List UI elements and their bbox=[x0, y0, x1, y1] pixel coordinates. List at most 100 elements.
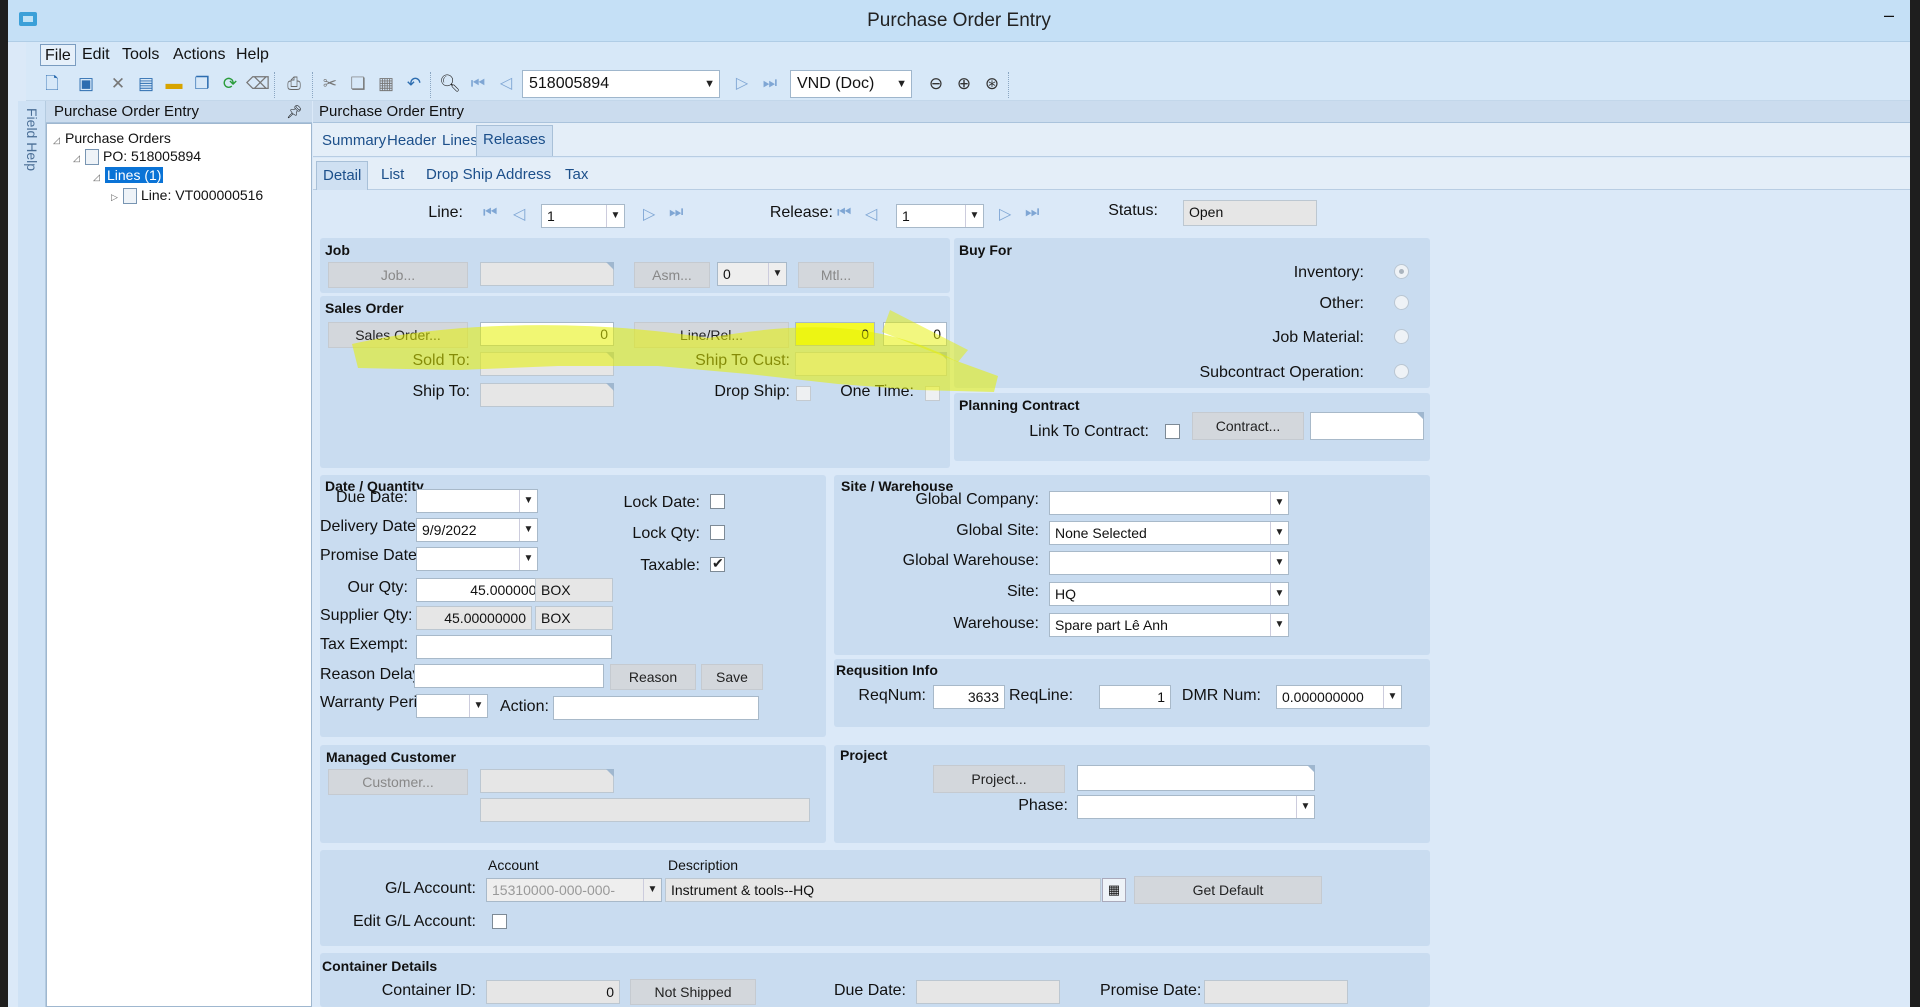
due-date-picker[interactable]: ▼ bbox=[416, 489, 538, 513]
tab-list[interactable]: List bbox=[375, 161, 410, 189]
release-select[interactable]: 1 ▼ bbox=[896, 204, 984, 228]
site-select[interactable]: HQ ▼ bbox=[1049, 582, 1289, 606]
lock-date-checkbox[interactable] bbox=[710, 494, 725, 509]
reason-button[interactable]: Reason bbox=[610, 664, 696, 690]
reqnum-field[interactable]: 3633 bbox=[933, 685, 1005, 709]
inventory-radio[interactable] bbox=[1394, 264, 1409, 279]
tab-tax[interactable]: Tax bbox=[559, 161, 594, 189]
menu-tools[interactable]: Tools bbox=[118, 44, 163, 66]
chevron-down-icon[interactable]: ▼ bbox=[606, 205, 624, 227]
tab-releases[interactable]: Releases bbox=[476, 125, 553, 156]
home-icon[interactable]: ⊛ bbox=[980, 73, 1004, 95]
warranty-period-select[interactable]: ▼ bbox=[416, 694, 488, 718]
chevron-down-icon[interactable]: ▼ bbox=[1383, 686, 1401, 708]
previous-release-icon[interactable]: ◁ bbox=[865, 204, 877, 224]
paste-icon[interactable]: ▦ bbox=[374, 73, 398, 95]
expand-icon[interactable]: ▷ bbox=[111, 187, 123, 207]
tree-node-line[interactable]: ▷ Line: VT000000516 bbox=[111, 185, 263, 205]
reason-delay-field[interactable] bbox=[414, 664, 604, 688]
attachment-icon[interactable]: ▤ bbox=[134, 73, 158, 95]
chevron-down-icon[interactable]: ▼ bbox=[768, 263, 786, 285]
tree-node-lines[interactable]: ◿ Lines (1) bbox=[93, 165, 164, 187]
global-warehouse-select[interactable]: ▼ bbox=[1049, 551, 1289, 575]
one-time-checkbox[interactable] bbox=[925, 386, 940, 401]
currency-combo[interactable]: VND (Doc) ▼ bbox=[790, 70, 912, 98]
tax-exempt-field[interactable] bbox=[416, 635, 612, 659]
previous-line-icon[interactable]: ◁ bbox=[513, 204, 525, 224]
tab-drop-ship-address[interactable]: Drop Ship Address bbox=[420, 161, 557, 189]
drop-ship-checkbox[interactable] bbox=[796, 386, 811, 401]
next-line-icon[interactable]: ▷ bbox=[643, 204, 655, 224]
chevron-down-icon[interactable]: ▼ bbox=[1270, 583, 1288, 605]
subcontract-operation-radio[interactable] bbox=[1394, 364, 1409, 379]
chevron-down-icon[interactable]: ▼ bbox=[519, 519, 537, 541]
last-release-icon[interactable]: ⏭ bbox=[1025, 204, 1039, 222]
link-to-contract-checkbox[interactable] bbox=[1165, 424, 1180, 439]
asm-button[interactable]: Asm... bbox=[634, 262, 710, 288]
warehouse-select[interactable]: Spare part Lê Anh ▼ bbox=[1049, 613, 1289, 637]
chevron-down-icon[interactable]: ▼ bbox=[1296, 796, 1314, 818]
delivery-date-picker[interactable]: 9/9/2022 ▼ bbox=[416, 518, 538, 542]
global-site-select[interactable]: None Selected ▼ bbox=[1049, 521, 1289, 545]
project-field[interactable] bbox=[1077, 765, 1315, 791]
sales-order-number-field[interactable]: 0 bbox=[480, 322, 614, 346]
other-radio[interactable] bbox=[1394, 295, 1409, 310]
get-default-button[interactable]: Get Default bbox=[1134, 876, 1322, 904]
open-folder-icon[interactable]: ▬ bbox=[162, 73, 186, 95]
tree-node-po[interactable]: ◿ PO: 518005894 bbox=[73, 146, 201, 166]
not-shipped-button[interactable]: Not Shipped bbox=[630, 979, 756, 1005]
tab-detail[interactable]: Detail bbox=[316, 161, 369, 190]
contract-button[interactable]: Contract... bbox=[1192, 412, 1304, 440]
chevron-down-icon[interactable]: ▼ bbox=[896, 71, 907, 97]
first-release-icon[interactable]: ⏮ bbox=[837, 204, 851, 222]
line-rel-button[interactable]: Line/Rel... bbox=[634, 322, 789, 348]
save-icon[interactable]: ▣ bbox=[74, 73, 98, 95]
global-company-select[interactable]: ▼ bbox=[1049, 491, 1289, 515]
delete-icon[interactable]: ✕ bbox=[106, 73, 130, 95]
so-release-field[interactable]: 0 bbox=[883, 322, 947, 346]
next-record-icon[interactable]: ▷ bbox=[730, 73, 754, 95]
phase-select[interactable]: ▼ bbox=[1077, 795, 1315, 819]
copy-doc-icon[interactable]: ❐ bbox=[190, 73, 214, 95]
chevron-down-icon[interactable]: ▼ bbox=[704, 71, 715, 97]
chevron-down-icon[interactable]: ▼ bbox=[643, 879, 661, 901]
refresh-icon[interactable]: ⟳ bbox=[218, 73, 242, 95]
first-record-icon[interactable]: ⏮ bbox=[466, 73, 490, 95]
supplier-qty-field[interactable]: 45.00000000 bbox=[416, 606, 532, 630]
pin-icon[interactable]: 📌︎ bbox=[286, 104, 303, 120]
previous-record-icon[interactable]: ◁ bbox=[494, 73, 518, 95]
collapse-icon[interactable]: ◿ bbox=[93, 167, 105, 187]
mtl-button[interactable]: Mtl... bbox=[798, 262, 874, 288]
tab-header[interactable]: Header bbox=[381, 127, 442, 155]
last-line-icon[interactable]: ⏭ bbox=[669, 204, 683, 222]
cut-icon[interactable]: ✂ bbox=[318, 73, 342, 95]
gl-account-select[interactable]: 15310000-000-000- ▼ bbox=[486, 878, 662, 902]
calendar-icon[interactable]: ▦ bbox=[1102, 878, 1126, 902]
save-button[interactable]: Save bbox=[701, 664, 763, 690]
last-record-icon[interactable]: ⏭ bbox=[758, 73, 782, 95]
customer-button[interactable]: Customer... bbox=[328, 769, 468, 795]
so-line-field[interactable]: 0 bbox=[795, 322, 875, 346]
clear-icon[interactable]: ⌫ bbox=[246, 73, 270, 95]
contract-field[interactable] bbox=[1310, 412, 1424, 440]
job-material-radio[interactable] bbox=[1394, 329, 1409, 344]
new-icon[interactable]: 🗋 bbox=[40, 73, 64, 95]
collapse-icon[interactable]: ◿ bbox=[53, 130, 65, 150]
print-icon[interactable]: ⎙ bbox=[282, 73, 306, 95]
chevron-down-icon[interactable]: ▼ bbox=[1270, 552, 1288, 574]
project-button[interactable]: Project... bbox=[933, 765, 1065, 793]
promise-date-picker[interactable]: ▼ bbox=[416, 547, 538, 571]
chevron-down-icon[interactable]: ▼ bbox=[965, 205, 983, 227]
chevron-down-icon[interactable]: ▼ bbox=[519, 490, 537, 512]
po-number-combo[interactable]: 518005894 ▼ bbox=[522, 70, 720, 98]
asm-select[interactable]: 0 ▼ bbox=[717, 262, 787, 286]
job-button[interactable]: Job... bbox=[328, 262, 468, 288]
tree-node-purchase-orders[interactable]: ◿ Purchase Orders bbox=[53, 128, 171, 148]
chevron-down-icon[interactable]: ▼ bbox=[1270, 614, 1288, 636]
first-line-icon[interactable]: ⏮ bbox=[483, 204, 497, 222]
field-help-label[interactable]: Field Help bbox=[24, 108, 40, 171]
back-icon[interactable]: ⊖ bbox=[924, 73, 948, 95]
undo-icon[interactable]: ↶ bbox=[402, 73, 426, 95]
lock-qty-checkbox[interactable] bbox=[710, 525, 725, 540]
chevron-down-icon[interactable]: ▼ bbox=[1270, 492, 1288, 514]
